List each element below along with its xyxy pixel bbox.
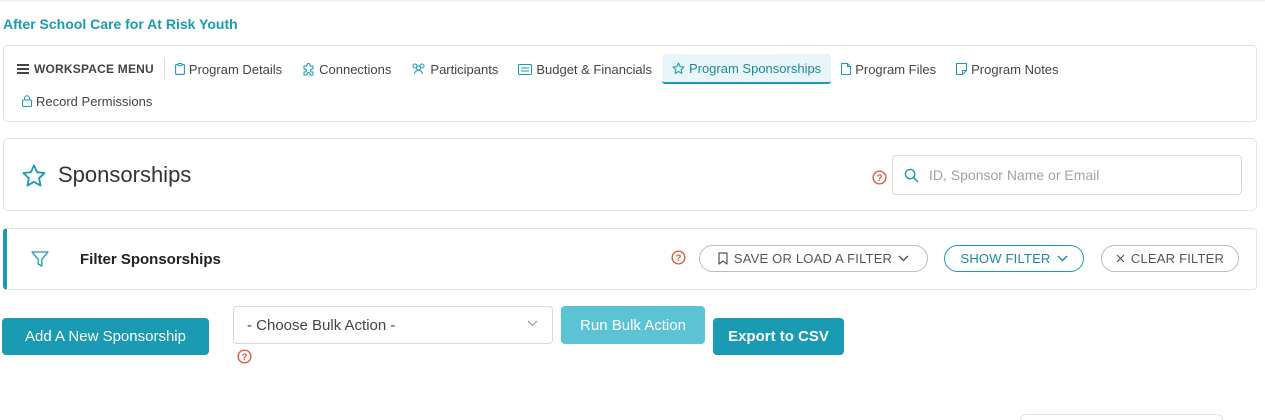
clipboard-icon	[174, 63, 185, 75]
people-icon	[411, 63, 426, 75]
puzzle-icon	[302, 62, 315, 76]
help-icon[interactable]: ?	[237, 349, 252, 364]
tab-connections[interactable]: Connections	[292, 54, 401, 84]
save-load-filter-button[interactable]: SAVE OR LOAD A FILTER	[699, 245, 928, 272]
tab-program-notes[interactable]: Program Notes	[946, 54, 1068, 84]
chevron-down-icon	[527, 320, 538, 327]
tab-program-details[interactable]: Program Details	[165, 54, 292, 84]
svg-text:?: ?	[877, 173, 883, 183]
tab-budget-financials[interactable]: Budget & Financials	[508, 54, 662, 84]
star-icon	[22, 164, 46, 187]
search-box[interactable]	[892, 155, 1242, 195]
tab-label: Program Files	[855, 61, 937, 77]
workspace-menu-row: Record Permissions	[4, 86, 162, 116]
tab-record-permissions[interactable]: Record Permissions	[4, 86, 162, 116]
file-icon	[841, 63, 852, 75]
search-icon	[904, 168, 919, 182]
filter-panel: Filter Sponsorships ? SAVE OR LOAD A FIL…	[3, 228, 1257, 290]
help-icon[interactable]: ?	[872, 170, 887, 185]
ledger-icon	[518, 63, 533, 75]
tab-label: Program Details	[188, 61, 283, 77]
export-csv-button[interactable]: Export to CSV	[713, 318, 844, 355]
show-filter-label: SHOW FILTER	[960, 251, 1051, 266]
chevron-down-icon	[898, 255, 909, 262]
tab-label: Record Permissions	[36, 93, 153, 109]
tab-label: Program Notes	[971, 61, 1059, 77]
top-divider	[0, 0, 1265, 2]
bookmark-icon	[718, 252, 728, 265]
clear-filter-button[interactable]: CLEAR FILTER	[1101, 245, 1239, 272]
close-icon	[1116, 254, 1125, 263]
tab-participants[interactable]: Participants	[401, 54, 508, 84]
hamburger-icon	[17, 64, 29, 74]
svg-text:?: ?	[242, 352, 248, 362]
page-header-panel: Sponsorships ?	[3, 138, 1257, 211]
tab-program-files[interactable]: Program Files	[831, 54, 946, 84]
breadcrumb-program-link[interactable]: After School Care for At Risk Youth	[3, 16, 238, 32]
star-icon	[672, 62, 685, 75]
run-bulk-action-button[interactable]: Run Bulk Action	[561, 306, 705, 344]
page-title: Sponsorships	[58, 162, 192, 187]
workspace-menu-row: WORKSPACE MENU Program Details Connectio…	[4, 54, 1069, 84]
show-filter-button[interactable]: SHOW FILTER	[944, 245, 1084, 272]
save-load-filter-label: SAVE OR LOAD A FILTER	[733, 251, 893, 266]
workspace-menu-title: WORKSPACE MENU	[34, 62, 154, 76]
tab-label: Program Sponsorships	[688, 60, 822, 76]
chevron-down-icon	[1057, 255, 1068, 262]
lock-icon	[22, 95, 32, 107]
svg-text:?: ?	[676, 253, 682, 263]
bulk-action-selected-value: - Choose Bulk Action -	[247, 316, 396, 334]
search-input[interactable]	[929, 167, 1229, 183]
tab-program-sponsorships[interactable]: Program Sponsorships	[661, 54, 832, 84]
tab-label: Budget & Financials	[536, 61, 652, 77]
workspace-menu-toggle[interactable]: WORKSPACE MENU	[4, 58, 165, 80]
workspace-menu: WORKSPACE MENU Program Details Connectio…	[3, 45, 1257, 122]
note-icon	[956, 63, 968, 75]
filter-title: Filter Sponsorships	[80, 251, 221, 268]
tab-label: Connections	[319, 61, 392, 77]
bulk-action-select[interactable]: - Choose Bulk Action -	[233, 306, 553, 344]
funnel-icon	[31, 251, 49, 267]
clear-filter-label: CLEAR FILTER	[1130, 251, 1225, 266]
add-sponsorship-button[interactable]: Add A New Sponsorship	[2, 318, 209, 355]
tab-label: Participants	[430, 61, 499, 77]
partial-element	[1020, 414, 1223, 420]
help-icon[interactable]: ?	[671, 250, 686, 265]
